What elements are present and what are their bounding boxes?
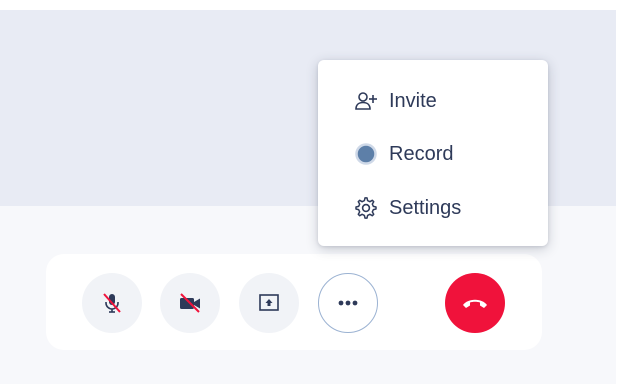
record-dot-icon xyxy=(354,142,378,166)
camera-toggle-button[interactable] xyxy=(160,273,220,333)
menu-item-label: Record xyxy=(389,143,454,165)
call-controls-toolbar xyxy=(46,254,542,350)
add-user-icon xyxy=(354,89,378,113)
menu-item-record[interactable]: Record xyxy=(318,131,548,177)
phone-hangup-icon xyxy=(460,295,490,311)
call-stage: Invite Record Settings xyxy=(0,10,616,384)
more-options-button[interactable] xyxy=(318,273,378,333)
more-options-menu: Invite Record Settings xyxy=(318,60,548,246)
screen-share-icon xyxy=(257,292,281,314)
screen-share-button[interactable] xyxy=(239,273,299,333)
mute-microphone-button[interactable] xyxy=(82,273,142,333)
camera-off-icon xyxy=(176,290,204,316)
menu-item-label: Invite xyxy=(389,90,437,112)
ellipsis-icon xyxy=(336,299,360,307)
menu-item-invite[interactable]: Invite xyxy=(318,78,548,124)
hang-up-button[interactable] xyxy=(445,273,505,333)
microphone-muted-icon xyxy=(99,290,125,316)
menu-item-label: Settings xyxy=(389,197,462,219)
gear-icon xyxy=(354,196,378,220)
menu-item-settings[interactable]: Settings xyxy=(318,185,548,231)
